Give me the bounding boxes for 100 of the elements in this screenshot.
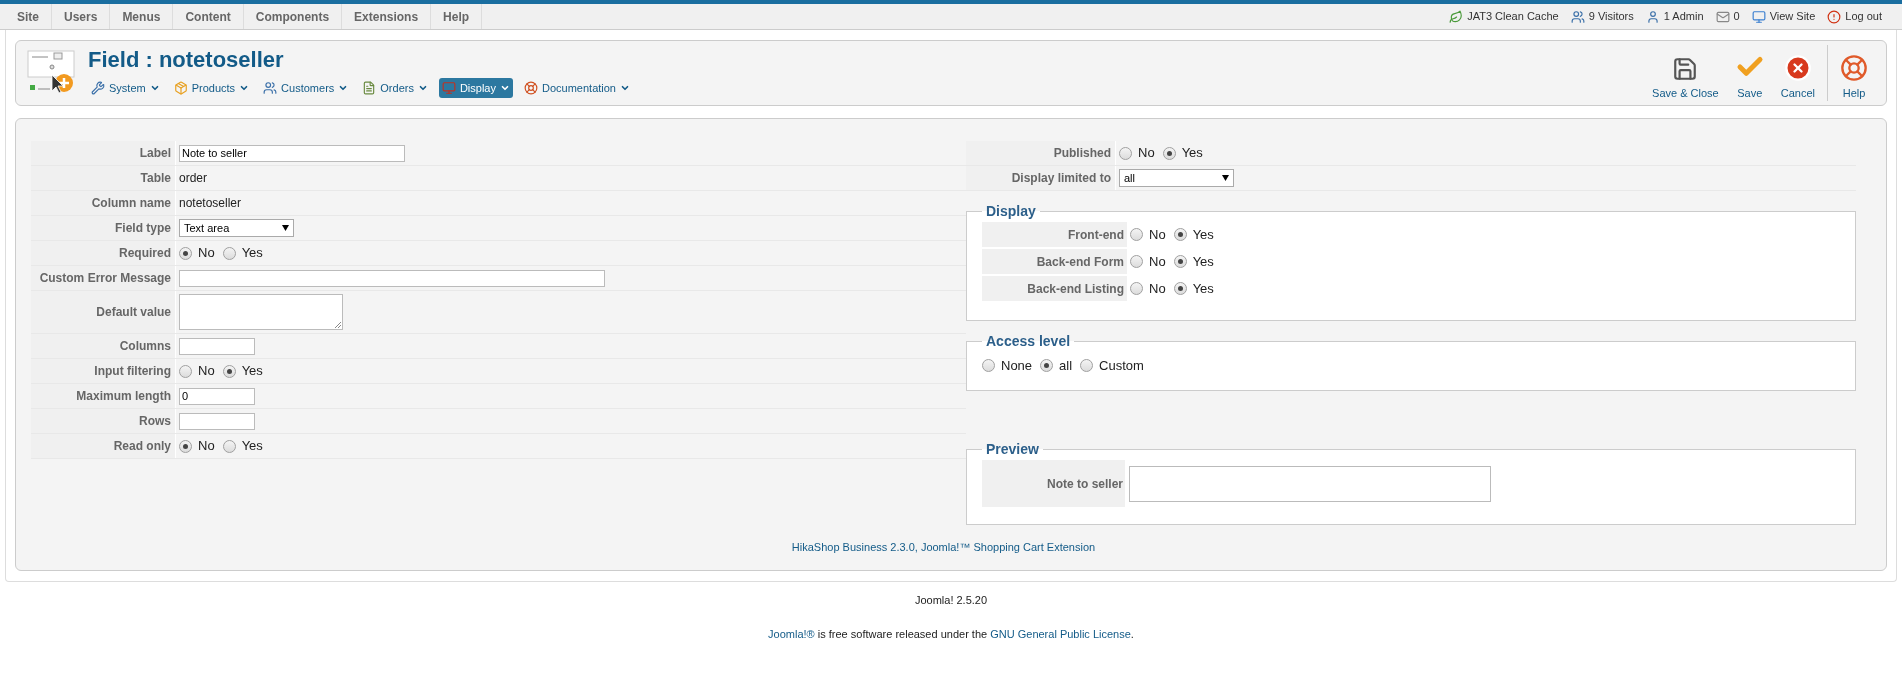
license-link[interactable]: Joomla!® <box>768 628 815 640</box>
alert-icon <box>1827 9 1842 24</box>
field-label: Default value <box>31 291 176 333</box>
input-field[interactable]: 0 <box>179 387 255 405</box>
caret-icon <box>149 83 160 93</box>
submenu-tab[interactable]: Orders <box>359 78 431 98</box>
document-icon <box>362 81 377 95</box>
fieldset-legend: Display <box>982 201 1040 222</box>
text-area[interactable] <box>179 294 343 330</box>
toolbar-button[interactable]: Cancel <box>1772 45 1823 101</box>
license-text: Joomla!® is free software released under the GNU General Public License. <box>768 627 1134 642</box>
radio-label: Yes <box>1192 252 1214 271</box>
field-label: Read only <box>31 434 176 458</box>
field-label: Field type <box>31 216 176 240</box>
radio-button[interactable] <box>179 246 192 260</box>
field-label: Back-end Form <box>982 249 1127 274</box>
field-label: Table <box>31 166 176 190</box>
radio-label: all <box>1059 357 1073 375</box>
status-link[interactable]: JAT3 Clean Cache <box>1449 8 1559 25</box>
radio-button[interactable] <box>982 359 995 373</box>
field-label: Label <box>31 141 176 165</box>
radio-button[interactable] <box>1080 359 1094 373</box>
text-area[interactable] <box>1129 465 1491 502</box>
radio-button[interactable] <box>222 246 236 260</box>
box-icon <box>173 81 188 95</box>
radio-button[interactable] <box>179 439 192 453</box>
toolbar-button[interactable]: Save & Close <box>1644 45 1727 101</box>
toolbar-button[interactable]: Save <box>1726 45 1773 101</box>
input-field[interactable] <box>179 269 605 287</box>
radio-label: Yes <box>241 437 263 456</box>
toolbar-button[interactable]: Help <box>1827 45 1876 101</box>
field-label: Column name <box>31 191 176 215</box>
radio-button[interactable] <box>1130 228 1143 241</box>
radio-label: Yes <box>241 244 263 263</box>
radio-label: No <box>198 244 215 263</box>
fieldset-legend: Access level <box>982 331 1075 352</box>
submenu-tab[interactable]: Customers <box>260 78 352 98</box>
radio-button[interactable] <box>179 364 192 378</box>
caret-icon <box>417 83 428 93</box>
caret-icon <box>239 83 250 93</box>
cancel-icon <box>1783 53 1812 82</box>
input-field[interactable]: Note to seller <box>179 144 405 162</box>
submenu-tab[interactable]: Display <box>438 78 513 98</box>
dropdown[interactable]: all <box>1119 169 1234 187</box>
radio-label: No <box>198 437 215 456</box>
field-label: Published <box>966 141 1116 165</box>
field-label: Display limited to <box>966 166 1116 190</box>
radio-button[interactable] <box>222 364 236 378</box>
radio-label: Yes <box>241 362 263 381</box>
radio-label: Yes <box>1192 279 1214 298</box>
menu-item[interactable]: Menus <box>110 4 174 29</box>
submenu-tab[interactable]: Documentation <box>521 78 633 98</box>
input-field[interactable] <box>179 412 255 430</box>
resize-grip-icon <box>335 322 341 328</box>
leaf-icon <box>1449 9 1464 24</box>
menu-item[interactable]: Users <box>52 4 111 29</box>
radio-button[interactable] <box>1173 255 1187 268</box>
radio-button[interactable] <box>1162 146 1176 160</box>
radio-button[interactable] <box>222 439 236 453</box>
radio-button[interactable] <box>1173 228 1187 241</box>
status-link[interactable]: View Site <box>1751 8 1816 25</box>
menu-item[interactable]: Site <box>5 4 52 29</box>
status-link[interactable]: 9 Visitors <box>1570 8 1634 25</box>
users-icon <box>263 81 278 95</box>
field-label: Input filtering <box>31 359 176 383</box>
status-link[interactable]: Log out <box>1827 8 1882 25</box>
input-field[interactable] <box>179 337 255 355</box>
field-label: Note to seller <box>982 460 1125 507</box>
dropdown[interactable]: Text area <box>179 219 294 237</box>
field-value: order <box>179 170 207 187</box>
status-link[interactable]: 1 Admin <box>1645 8 1704 25</box>
radio-label: No <box>1149 252 1166 271</box>
menu-item[interactable]: Extensions <box>342 4 432 29</box>
mail-icon <box>1715 9 1730 24</box>
user-icon <box>1645 9 1660 24</box>
radio-label: No <box>1149 225 1166 244</box>
credit-link[interactable]: HikaShop Business 2.3.0, Joomla!™ Shopping Cart Extension <box>791 539 1096 556</box>
caret-icon <box>1222 175 1229 181</box>
status-link[interactable]: 0 <box>1715 8 1740 25</box>
field-label: Front-end <box>982 222 1127 247</box>
menu-item[interactable]: Help <box>431 4 483 29</box>
menu-item[interactable]: Content <box>173 4 244 29</box>
radio-label: No <box>1149 279 1166 298</box>
field-label: Back-end Listing <box>982 276 1127 301</box>
submenu-tab[interactable]: Products <box>170 78 253 98</box>
radio-button[interactable] <box>1173 282 1187 295</box>
submenu-tab[interactable]: System <box>88 78 163 98</box>
radio-button[interactable] <box>1130 282 1143 295</box>
field-label: Required <box>31 241 176 265</box>
monitor-icon <box>441 81 456 95</box>
radio-label: No <box>198 362 215 381</box>
radio-button[interactable] <box>1130 255 1143 268</box>
menu-item[interactable]: Components <box>243 4 343 29</box>
fieldset-legend: Preview <box>982 439 1043 460</box>
radio-button[interactable] <box>1119 146 1132 160</box>
radio-button[interactable] <box>1040 359 1054 373</box>
license-link[interactable]: GNU General Public License <box>990 628 1131 640</box>
help-icon <box>1840 53 1868 82</box>
wrench-icon <box>91 81 105 95</box>
lifebuoy-icon <box>524 81 538 95</box>
